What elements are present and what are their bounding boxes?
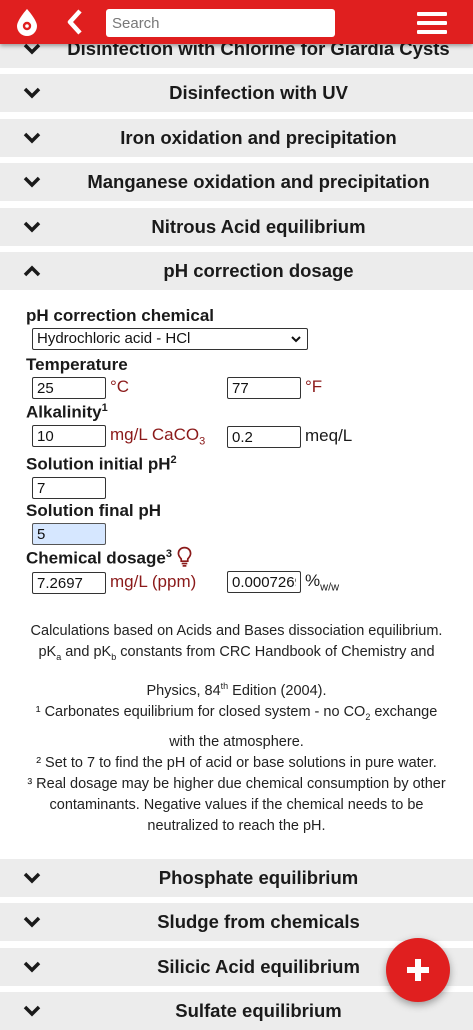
footnote-1-cont: with the atmosphere. xyxy=(169,733,304,750)
dosage-label: Chemical dosage3 xyxy=(26,548,172,568)
add-button[interactable] xyxy=(386,938,450,1002)
temperature-label: Temperature xyxy=(26,355,128,374)
top-bar xyxy=(0,0,473,44)
dosage-percent-unit: %w/w xyxy=(305,571,340,594)
lightbulb-icon[interactable] xyxy=(177,546,192,567)
section-iron-oxidation[interactable]: Iron oxidation and precipitation xyxy=(0,119,473,157)
alkalinity-meq-input[interactable] xyxy=(227,426,301,448)
dosage-mg-input[interactable] xyxy=(32,572,106,594)
search-input[interactable] xyxy=(106,9,335,37)
chemical-select[interactable]: Hydrochloric acid - HCl xyxy=(32,328,308,350)
celsius-unit: °C xyxy=(110,377,130,396)
notes-line: Physics, 84th Edition (2004). xyxy=(146,680,327,699)
chemical-label: pH correction chemical xyxy=(26,306,215,325)
section-title: Nitrous Acid equilibrium xyxy=(151,216,366,237)
section-title: Iron oxidation and precipitation xyxy=(120,127,397,148)
back-chevron-icon[interactable] xyxy=(64,8,86,36)
alkalinity-mg-input[interactable] xyxy=(32,425,106,447)
chevron-down-icon xyxy=(23,87,41,99)
chevron-down-icon xyxy=(23,132,41,144)
footnote-1: ¹ Carbonates equilibrium for closed syst… xyxy=(35,703,438,722)
chevron-down-icon xyxy=(291,336,301,343)
water-drop-logo-icon[interactable] xyxy=(14,8,40,36)
dosage-mg-unit: mg/L (ppm) xyxy=(110,572,197,591)
chevron-down-icon xyxy=(23,1005,41,1017)
notes-block: Calculations based on Acids and Bases di… xyxy=(18,621,455,837)
chevron-down-icon xyxy=(23,872,41,884)
final-ph-input[interactable] xyxy=(32,523,106,545)
chemical-select-value: Hydrochloric acid - HCl xyxy=(37,330,191,347)
section-sludge-from-chemicals[interactable]: Sludge from chemicals xyxy=(0,903,473,941)
chevron-down-icon xyxy=(23,961,41,973)
chevron-down-icon xyxy=(23,221,41,233)
section-title: Disinfection with UV xyxy=(169,82,348,103)
section-phosphate-equilibrium[interactable]: Phosphate equilibrium xyxy=(0,859,473,897)
initial-ph-label: Solution initial pH2 xyxy=(26,454,177,474)
fahrenheit-unit: °F xyxy=(305,377,323,396)
dosage-percent-input[interactable] xyxy=(227,571,301,593)
initial-ph-input[interactable] xyxy=(32,477,106,499)
plus-icon xyxy=(407,959,429,981)
section-nitrous-acid[interactable]: Nitrous Acid equilibrium xyxy=(0,208,473,246)
section-title: Manganese oxidation and precipitation xyxy=(87,171,430,192)
alkalinity-meq-unit: meq/L xyxy=(305,426,353,445)
section-disinfection-uv[interactable]: Disinfection with UV xyxy=(0,74,473,112)
temperature-fahrenheit-input[interactable] xyxy=(227,377,301,399)
alkalinity-mg-unit: mg/L CaCO3 xyxy=(110,425,206,448)
chevron-down-icon xyxy=(23,176,41,188)
alkalinity-label: Alkalinity1 xyxy=(26,402,108,422)
notes-line: Calculations based on Acids and Bases di… xyxy=(30,623,443,639)
footnote-3: ³ Real dosage may be higher due chemical… xyxy=(27,775,446,834)
chevron-down-icon xyxy=(23,916,41,928)
section-title: Phosphate equilibrium xyxy=(158,867,359,888)
section-title: Sludge from chemicals xyxy=(157,911,360,932)
temperature-celsius-input[interactable] xyxy=(32,377,106,399)
section-manganese-oxidation[interactable]: Manganese oxidation and precipitation xyxy=(0,163,473,201)
final-ph-label: Solution final pH xyxy=(26,501,162,520)
section-ph-correction-dosage[interactable]: pH correction dosage xyxy=(0,252,473,290)
section-title: pH correction dosage xyxy=(163,260,354,281)
chevron-up-icon xyxy=(23,265,41,277)
notes-line: pKa and pKb constants from CRC Handbook … xyxy=(38,644,435,662)
hamburger-menu-icon[interactable] xyxy=(417,12,447,34)
footnote-2: ² Set to 7 to find the pH of acid or bas… xyxy=(36,754,437,771)
